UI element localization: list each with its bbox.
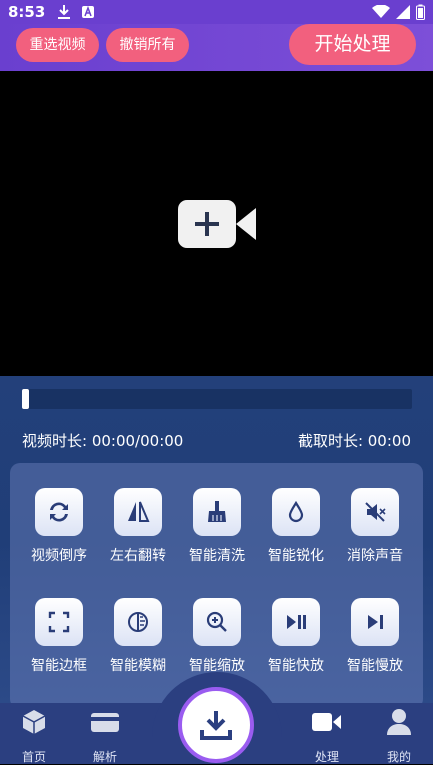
tool-sharpen[interactable]: 智能锐化 (261, 488, 331, 565)
download-icon (200, 711, 232, 740)
start-processing-button[interactable]: 开始处理 (289, 24, 416, 65)
tool-flip[interactable]: 左右翻转 (103, 488, 173, 565)
tool-reverse[interactable]: 视频倒序 (24, 488, 94, 565)
tool-label: 智能模糊 (110, 658, 166, 674)
tool-slow-play[interactable]: 智能慢放 (340, 598, 410, 675)
download-status-icon (58, 5, 71, 19)
undo-all-button[interactable]: 撤销所有 (106, 28, 189, 62)
video-camera-icon (312, 713, 341, 731)
reverse-icon (35, 488, 83, 536)
tool-label: 智能慢放 (347, 658, 403, 674)
home-cube-icon (22, 710, 46, 734)
status-bar: 8:53 (0, 0, 433, 24)
clip-duration: 截取时长: 00:00 (297, 432, 411, 450)
status-time: 8:53 (8, 3, 46, 21)
video-duration: 视频时长: 00:00/00:00 (22, 432, 184, 450)
tool-frame[interactable]: 智能边框 (24, 598, 94, 675)
nav-item-home[interactable]: 首页 (9, 708, 59, 765)
mute-icon (351, 488, 399, 536)
nav-label: 处理 (314, 750, 339, 764)
nav-label: 我的 (386, 750, 411, 764)
add-video-icon[interactable] (178, 198, 258, 250)
tool-label: 左右翻转 (110, 548, 166, 564)
frame-icon (35, 598, 83, 646)
flip-icon (114, 488, 162, 536)
tool-label: 消除声音 (347, 548, 403, 564)
tool-label: 智能清洗 (189, 548, 245, 564)
tool-blur[interactable]: 智能模糊 (103, 598, 173, 675)
center-download-button[interactable] (178, 687, 254, 763)
blur-icon (114, 598, 162, 646)
nav-item-mine[interactable]: 我的 (374, 708, 424, 765)
zoom-icon (193, 598, 241, 646)
parse-card-icon (91, 713, 119, 732)
broom-icon (193, 488, 241, 536)
tool-label: 智能快放 (268, 658, 324, 674)
timeline-slider[interactable] (22, 389, 412, 409)
tool-clean[interactable]: 智能清洗 (182, 488, 252, 565)
signal-icon (396, 5, 410, 19)
tool-label: 智能边框 (31, 658, 87, 674)
fast-play-icon (272, 598, 320, 646)
top-action-bar: 重选视频 撤销所有 开始处理 (0, 24, 433, 71)
droplet-icon (272, 488, 320, 536)
app-status-icon (82, 5, 95, 18)
wifi-icon (372, 5, 390, 18)
tool-zoom[interactable]: 智能缩放 (182, 598, 252, 675)
nav-label: 首页 (21, 750, 46, 764)
slow-play-icon (351, 598, 399, 646)
user-icon (387, 709, 411, 735)
nav-item-parse[interactable]: 解析 (80, 708, 130, 765)
reselect-video-button[interactable]: 重选视频 (16, 28, 99, 62)
timeline-thumb[interactable] (22, 389, 29, 409)
tool-label: 视频倒序 (31, 548, 87, 564)
nav-label: 解析 (92, 750, 117, 764)
nav-item-process[interactable]: 处理 (302, 708, 352, 765)
battery-icon (416, 4, 425, 20)
tool-mute[interactable]: 消除声音 (340, 488, 410, 565)
tool-fast-play[interactable]: 智能快放 (261, 598, 331, 675)
tool-label: 智能锐化 (268, 548, 324, 564)
